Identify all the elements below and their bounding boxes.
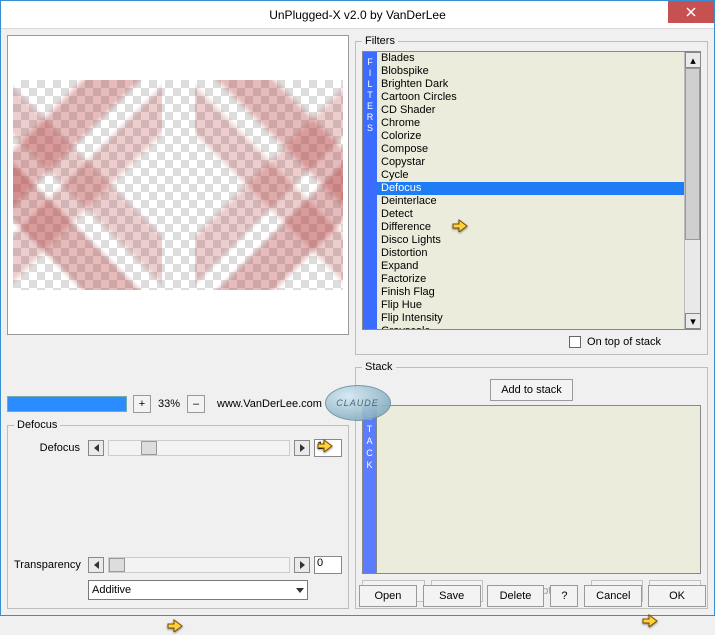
titlebar: UnPlugged-X v2.0 by VanDerLee [1, 1, 714, 29]
defocus-group: Defocus Defocus 11 Transparency 0 [7, 419, 349, 609]
close-button[interactable] [668, 1, 714, 23]
preview-panel [7, 35, 349, 335]
footer-button-row: Open Save Delete ? Cancel OK [359, 585, 706, 607]
pointer-annotation-icon [641, 609, 661, 627]
filter-item[interactable]: Detect [377, 208, 684, 221]
filter-item[interactable]: Finish Flag [377, 286, 684, 299]
defocus-legend: Defocus [14, 419, 60, 431]
add-to-stack-button[interactable]: Add to stack [490, 379, 573, 401]
scroll-down-button[interactable]: ▾ [685, 313, 700, 329]
stack-body: STACK [362, 405, 701, 574]
transparency-slider-row: Transparency 0 [14, 556, 342, 574]
save-button[interactable]: Save [423, 585, 481, 607]
stack-list[interactable] [376, 405, 701, 574]
filter-item[interactable]: CD Shader [377, 104, 684, 117]
help-button[interactable]: ? [550, 585, 578, 607]
filter-item[interactable]: Difference [377, 221, 684, 234]
filter-item[interactable]: Brighten Dark [377, 78, 684, 91]
delete-button[interactable]: Delete [487, 585, 545, 607]
on-top-row: On top of stack [362, 330, 701, 348]
close-icon [686, 7, 696, 17]
transparency-track[interactable] [108, 557, 290, 573]
ok-button[interactable]: OK [648, 585, 706, 607]
mode-row: Additive [14, 580, 342, 600]
transparency-label: Transparency [14, 559, 84, 571]
open-button[interactable]: Open [359, 585, 417, 607]
filters-list-inner: BladesBlobspikeBrighten DarkCartoon Circ… [377, 52, 684, 329]
filter-item[interactable]: Expand [377, 260, 684, 273]
vendor-url[interactable]: www.VanDerLee.com [217, 398, 322, 410]
defocus-value[interactable]: 11 [314, 439, 342, 457]
stack-legend: Stack [362, 361, 396, 373]
cancel-button[interactable]: Cancel [584, 585, 642, 607]
on-top-label: On top of stack [587, 336, 661, 348]
blend-mode-select[interactable]: Additive [88, 580, 308, 600]
scroll-track[interactable] [685, 68, 700, 313]
transparency-decrement[interactable] [88, 557, 104, 573]
preview-graphic-left [13, 80, 178, 290]
preview-image [13, 80, 343, 290]
zoom-progress[interactable] [7, 396, 127, 412]
filter-item[interactable]: Disco Lights [377, 234, 684, 247]
transparency-increment[interactable] [294, 557, 310, 573]
stack-group: Stack Add to stack STACK Remove Clear Up… [355, 361, 708, 609]
zoom-percentage: 33% [151, 398, 187, 410]
filter-item[interactable]: Blobspike [377, 65, 684, 78]
filters-container: FILTERS BladesBlobspikeBrighten DarkCart… [362, 51, 701, 330]
filter-item[interactable]: Blades [377, 52, 684, 65]
stack-side-tab[interactable]: STACK [362, 405, 376, 574]
transparency-thumb[interactable] [109, 558, 125, 572]
window-title: UnPlugged-X v2.0 by VanDerLee [1, 8, 714, 22]
zoom-in-button[interactable]: + [133, 395, 151, 413]
defocus-track[interactable] [108, 440, 290, 456]
defocus-thumb[interactable] [141, 441, 157, 455]
filters-scrollbar[interactable]: ▴ ▾ [684, 52, 700, 329]
defocus-decrement[interactable] [88, 440, 104, 456]
defocus-increment[interactable] [294, 440, 310, 456]
left-column: + 33% – www.VanDerLee.com Defocus Defocu… [7, 35, 349, 609]
scroll-thumb[interactable] [685, 68, 700, 240]
filter-item[interactable]: Factorize [377, 273, 684, 286]
content-area: + 33% – www.VanDerLee.com Defocus Defocu… [1, 29, 714, 615]
filter-item[interactable]: Chrome [377, 117, 684, 130]
right-column: Filters FILTERS BladesBlobspikeBrighten … [355, 35, 708, 609]
filter-item[interactable]: Cycle [377, 169, 684, 182]
filter-item[interactable]: Compose [377, 143, 684, 156]
transparency-value[interactable]: 0 [314, 556, 342, 574]
scroll-up-button[interactable]: ▴ [685, 52, 700, 68]
filters-legend: Filters [362, 35, 398, 47]
blend-mode-value: Additive [92, 584, 131, 596]
preview-graphic-right [178, 80, 343, 290]
zoom-out-button[interactable]: – [187, 395, 205, 413]
filters-side-tab[interactable]: FILTERS [363, 52, 377, 329]
filter-item[interactable]: Defocus [377, 182, 684, 195]
on-top-checkbox[interactable] [569, 336, 581, 348]
filter-item[interactable]: Colorize [377, 130, 684, 143]
pointer-annotation-icon [166, 614, 186, 632]
filter-item[interactable]: Grayscale [377, 325, 684, 329]
filter-item[interactable]: Deinterlace [377, 195, 684, 208]
filters-group: Filters FILTERS BladesBlobspikeBrighten … [355, 35, 708, 355]
filter-item[interactable]: Copystar [377, 156, 684, 169]
defocus-label: Defocus [14, 442, 84, 454]
filter-item[interactable]: Cartoon Circles [377, 91, 684, 104]
filter-item[interactable]: Distortion [377, 247, 684, 260]
filter-item[interactable]: Flip Hue [377, 299, 684, 312]
filter-item[interactable]: Flip Intensity [377, 312, 684, 325]
add-row: Add to stack [362, 377, 701, 405]
defocus-slider-row: Defocus 11 [14, 439, 342, 457]
filters-list[interactable]: BladesBlobspikeBrighten DarkCartoon Circ… [377, 52, 700, 329]
zoom-row: + 33% – www.VanDerLee.com [7, 393, 349, 415]
app-window: UnPlugged-X v2.0 by VanDerLee + 33% – ww… [0, 0, 715, 616]
